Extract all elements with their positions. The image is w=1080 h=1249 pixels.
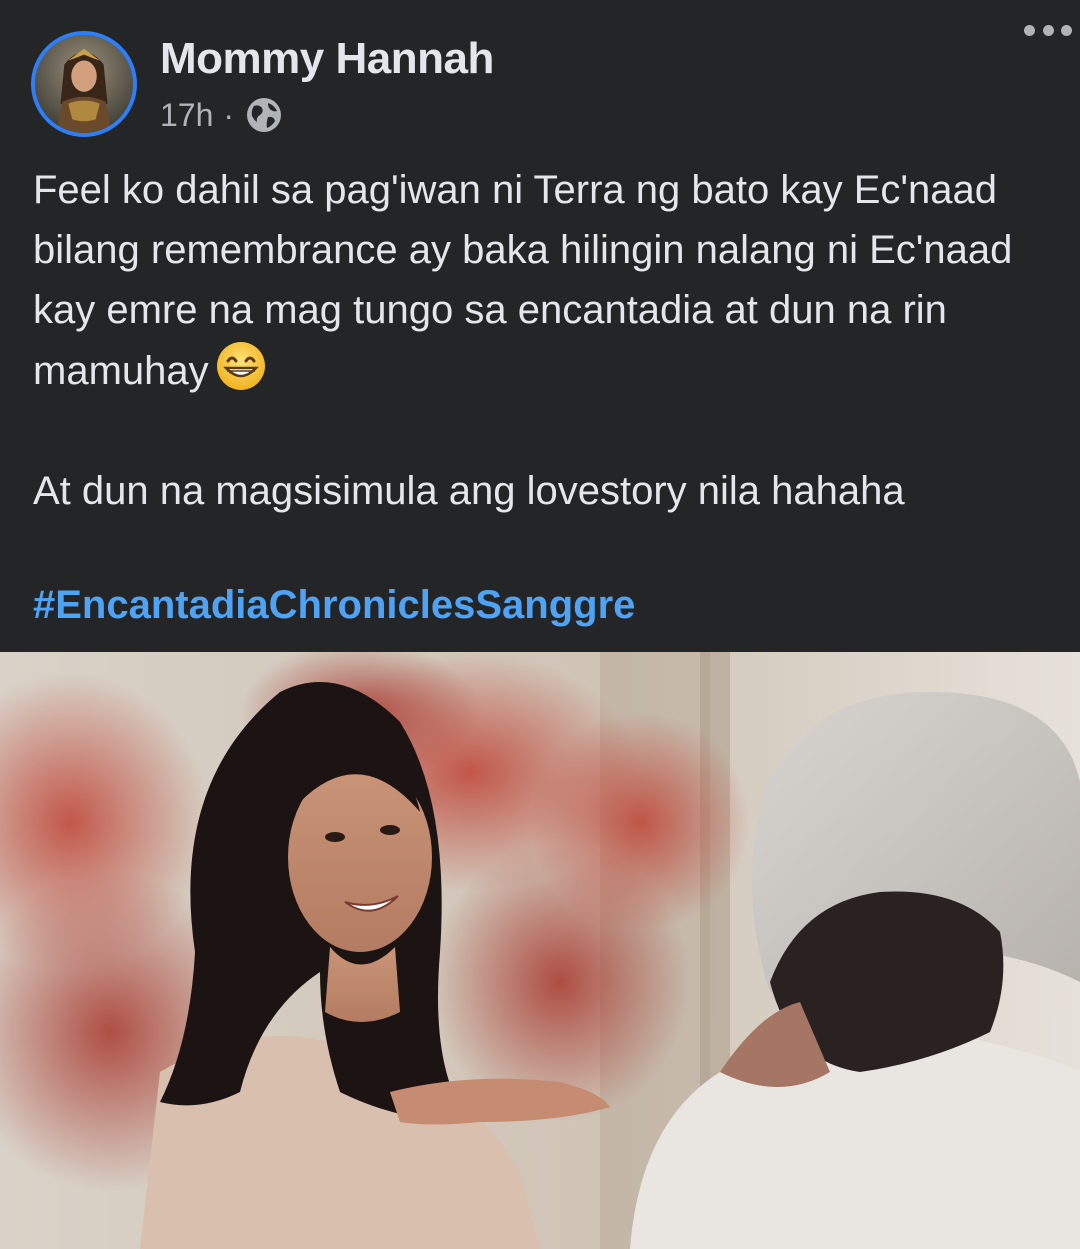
post-photo-image [0, 652, 1080, 1249]
post-meta: 17h · [160, 95, 284, 135]
meta-separator: · [223, 96, 235, 133]
author-avatar[interactable] [31, 31, 137, 137]
post-paragraph: At dun na magsisimula ang lovestory nila… [33, 469, 905, 513]
facebook-post: Mommy Hannah 17h · Feel ko dahil sa pag'… [0, 0, 1080, 1249]
globe-icon[interactable] [244, 95, 284, 135]
grinning-face-emoji [216, 342, 265, 390]
post-header: Mommy Hannah 17h · [0, 0, 1080, 150]
post-body: Feel ko dahil sa pag'iwan ni Terra ng ba… [33, 160, 1053, 521]
more-options-button[interactable] [1020, 16, 1076, 44]
more-options-dot [1061, 24, 1072, 36]
avatar-image [35, 35, 133, 133]
post-photo[interactable] [0, 652, 1080, 1249]
more-options-dot [1042, 24, 1054, 36]
author-name[interactable]: Mommy Hannah [160, 34, 494, 84]
post-paragraph: Feel ko dahil sa pag'iwan ni Terra ng ba… [33, 160, 1053, 401]
hashtag-link[interactable]: #EncantadiaChroniclesSanggre [33, 578, 635, 632]
more-options-icon [1024, 24, 1035, 36]
post-time[interactable]: 17h [160, 97, 213, 134]
post-paragraph-text: Feel ko dahil sa pag'iwan ni Terra ng ba… [33, 168, 1013, 393]
